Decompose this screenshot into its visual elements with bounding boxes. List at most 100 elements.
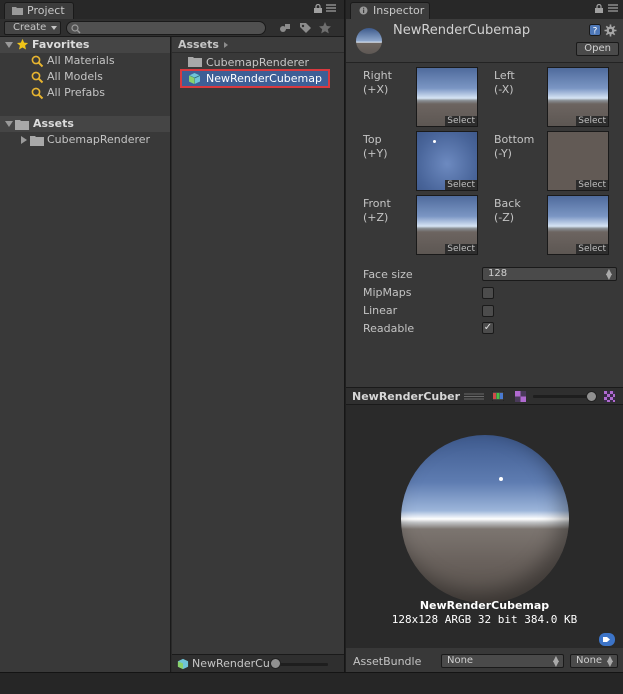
breadcrumb[interactable]: Assets	[172, 37, 344, 53]
breadcrumb-assets[interactable]: Assets	[178, 38, 219, 51]
tab-project[interactable]: Project	[4, 2, 74, 19]
filter-by-type-icon[interactable]	[278, 21, 292, 35]
favorites-label: Favorites	[32, 38, 90, 51]
face-axis: (+X)	[363, 83, 389, 96]
project-panel: Project Create Favorites All Materials A…	[0, 0, 345, 672]
list-item-selected[interactable]: NewRenderCubemap	[180, 69, 330, 88]
assetbundle-variant-dropdown[interactable]: None ▲ ▼	[570, 654, 618, 668]
create-button[interactable]: Create	[4, 21, 62, 35]
search-icon	[71, 24, 81, 34]
project-tabbar: Project	[0, 0, 344, 19]
selected-asset-name: NewRenderCu	[192, 657, 270, 670]
linear-label: Linear	[363, 304, 398, 317]
alpha-channel-icon[interactable]	[515, 391, 526, 402]
preview-info: 128x128 ARGB 32 bit 384.0 KB	[391, 613, 578, 626]
mip-level-slider-handle[interactable]	[586, 391, 597, 402]
face-name: Bottom	[494, 133, 535, 146]
face-slot-top[interactable]: Select	[416, 131, 478, 191]
favorite-item[interactable]: All Materials	[0, 53, 170, 69]
assetbundle-dropdown[interactable]: None ▲ ▼	[441, 654, 564, 668]
face-slot-back[interactable]: Select	[547, 195, 609, 255]
lock-icon[interactable]	[314, 4, 322, 13]
chevron-down-icon	[51, 26, 58, 30]
favorite-item[interactable]: All Prefabs	[0, 85, 170, 101]
expand-arrow-icon[interactable]	[21, 136, 27, 144]
face-slot-bottom[interactable]: Select	[547, 131, 609, 191]
label-tag-icon[interactable]	[599, 633, 615, 646]
asset-preview-thumbnail	[356, 28, 382, 54]
face-name: Front	[363, 197, 391, 210]
face-slot-left[interactable]: Select	[547, 67, 609, 127]
rgb-channel-icon[interactable]	[492, 391, 504, 401]
panel-menu-icon[interactable]	[608, 4, 618, 13]
help-icon[interactable]: ?	[589, 24, 601, 36]
face-size-dropdown[interactable]: 128 ▲ ▼	[482, 267, 617, 281]
face-axis: (+Y)	[363, 147, 388, 160]
favorite-item-label: All Models	[47, 70, 103, 83]
face-axis: (-Y)	[494, 147, 512, 160]
create-button-label: Create	[13, 22, 47, 33]
chevron-right-icon	[223, 42, 228, 48]
icon-size-slider-handle[interactable]	[270, 658, 281, 669]
panel-menu-icon[interactable]	[326, 4, 336, 13]
face-label-bottom: Bottom (-Y)	[494, 133, 534, 161]
readable-label: Readable	[363, 322, 415, 335]
select-button[interactable]: Select	[445, 244, 477, 254]
favorite-item-label: All Materials	[47, 54, 115, 67]
readable-checkbox[interactable]: ✓	[482, 322, 494, 334]
expand-arrow-icon[interactable]	[5, 42, 13, 48]
search-icon	[31, 55, 44, 68]
mip-checker-icon[interactable]	[604, 391, 615, 402]
folder-icon	[12, 7, 23, 15]
face-label-top: Top (+Y)	[363, 133, 388, 161]
select-button[interactable]: Select	[576, 244, 608, 254]
favorites-header[interactable]: Favorites	[0, 37, 170, 53]
select-button[interactable]: Select	[576, 116, 608, 126]
assets-header[interactable]: Assets	[0, 116, 170, 132]
face-label-right: Right (+X)	[363, 69, 392, 97]
filter-by-label-icon[interactable]	[298, 21, 312, 35]
search-icon	[31, 71, 44, 84]
sun-dot	[433, 140, 436, 143]
tab-project-label: Project	[27, 4, 65, 17]
linear-checkbox[interactable]	[482, 305, 494, 317]
cubemap-preview-sphere[interactable]	[401, 435, 569, 603]
drag-handle-icon[interactable]	[464, 393, 484, 400]
tab-inspector[interactable]: Inspector	[350, 2, 430, 19]
folder-icon	[30, 136, 44, 146]
favorite-item[interactable]: All Models	[0, 69, 170, 85]
favorite-item-label: All Prefabs	[47, 86, 105, 99]
tree-item-cubemaprenderer[interactable]: CubemapRenderer	[0, 132, 170, 148]
select-button[interactable]: Select	[445, 116, 477, 126]
face-label-left: Left (-X)	[494, 69, 515, 97]
list-item-label: CubemapRenderer	[206, 56, 310, 69]
gear-icon[interactable]	[604, 24, 617, 37]
mipmaps-checkbox[interactable]	[482, 287, 494, 299]
asset-list: Assets CubemapRenderer NewRenderCubemap …	[172, 37, 344, 672]
face-slot-right[interactable]: Select	[416, 67, 478, 127]
expand-arrow-icon[interactable]	[5, 121, 13, 127]
updown-arrow-icon: ▲ ▼	[605, 267, 612, 281]
mipmaps-label: MipMaps	[363, 286, 412, 299]
list-item[interactable]: CubemapRenderer	[182, 55, 309, 70]
project-statusbar: NewRenderCu	[172, 654, 344, 672]
preview-title: NewRenderCubemap	[419, 599, 550, 612]
inspector-header: NewRenderCubemap ? Open	[346, 19, 623, 63]
face-axis: (-Z)	[494, 211, 515, 224]
star-icon	[16, 38, 29, 50]
inspector-tabbar: Inspector	[346, 0, 623, 19]
face-slot-front[interactable]: Select	[416, 195, 478, 255]
project-toolbar: Create	[0, 19, 344, 37]
star-icon[interactable]	[318, 21, 332, 35]
assetbundle-value: None	[447, 655, 474, 666]
assets-label: Assets	[33, 117, 74, 130]
search-input[interactable]	[66, 21, 266, 35]
tree-item-label: CubemapRenderer	[47, 133, 151, 146]
folder-icon	[15, 120, 29, 130]
face-name: Back	[494, 197, 521, 210]
select-button[interactable]: Select	[576, 180, 608, 190]
select-button[interactable]: Select	[445, 180, 477, 190]
lock-icon[interactable]	[595, 4, 603, 13]
open-button[interactable]: Open	[576, 42, 619, 56]
asset-preview[interactable]: NewRenderCubemap 128x128 ARGB 32 bit 384…	[346, 405, 623, 648]
